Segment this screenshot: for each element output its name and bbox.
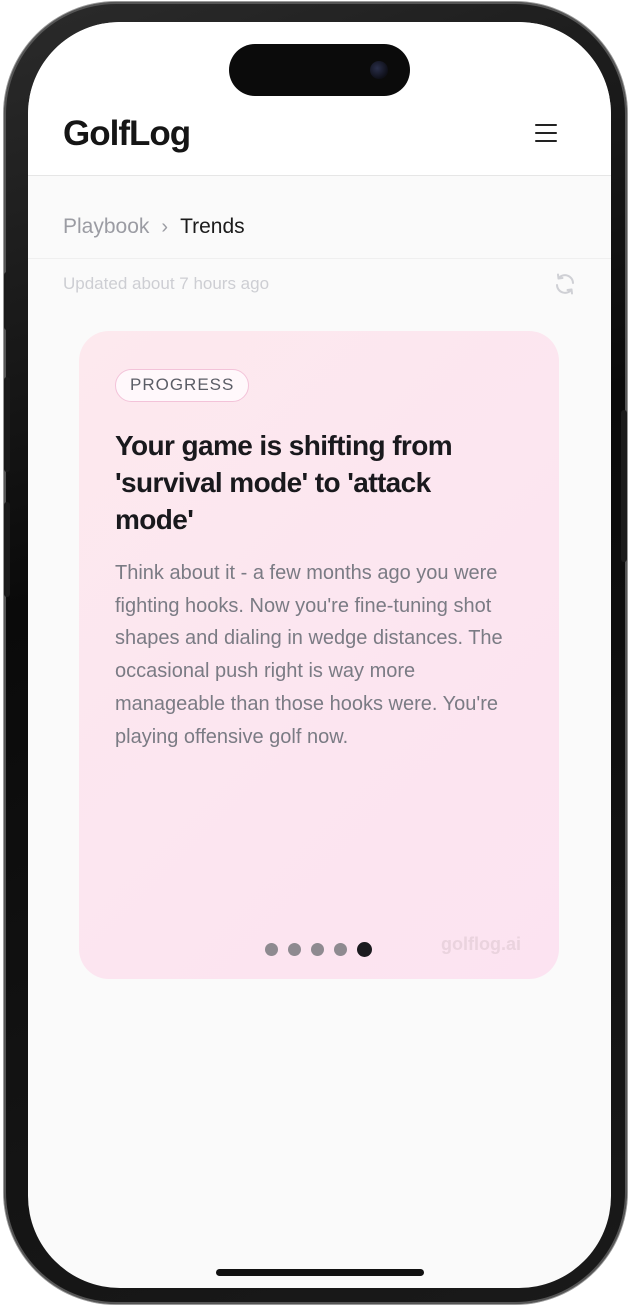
- pagination-dot[interactable]: [288, 942, 301, 956]
- insight-body: Think about it - a few months ago you we…: [115, 562, 503, 748]
- silent-switch: [4, 272, 10, 330]
- refresh-icon[interactable]: [553, 272, 577, 296]
- volume-down-button: [4, 502, 10, 597]
- pagination-dot[interactable]: [334, 942, 347, 956]
- pagination-dot[interactable]: [265, 942, 278, 956]
- home-indicator[interactable]: [216, 1269, 424, 1276]
- screen: GolfLog Playbook › Trends Updated about …: [28, 22, 611, 1288]
- power-button: [621, 410, 627, 562]
- breadcrumb-current: Trends: [180, 215, 245, 238]
- pagination-dot[interactable]: [311, 942, 324, 956]
- dynamic-island: [229, 44, 410, 96]
- breadcrumb: Playbook › Trends: [63, 212, 245, 242]
- pagination-dot-active[interactable]: [357, 941, 372, 957]
- updated-timestamp: Updated about 7 hours ago: [63, 274, 270, 293]
- volume-up-button: [4, 377, 10, 472]
- hamburger-menu-icon[interactable]: [528, 120, 564, 148]
- phone-frame: GolfLog Playbook › Trends Updated about …: [4, 2, 627, 1304]
- divider: [28, 258, 611, 259]
- pagination-dots: [265, 941, 372, 957]
- app-logo[interactable]: GolfLog: [63, 114, 191, 154]
- front-camera: [370, 61, 388, 79]
- chevron-right-icon: ›: [161, 215, 169, 238]
- watermark: golflog.ai: [441, 934, 521, 954]
- breadcrumb-playbook-link[interactable]: Playbook: [63, 215, 149, 239]
- insight-card[interactable]: PROGRESS Your game is shifting from 'sur…: [79, 331, 559, 979]
- category-tag: PROGRESS: [115, 369, 250, 402]
- insight-title: Your game is shifting from 'survival mod…: [115, 430, 453, 535]
